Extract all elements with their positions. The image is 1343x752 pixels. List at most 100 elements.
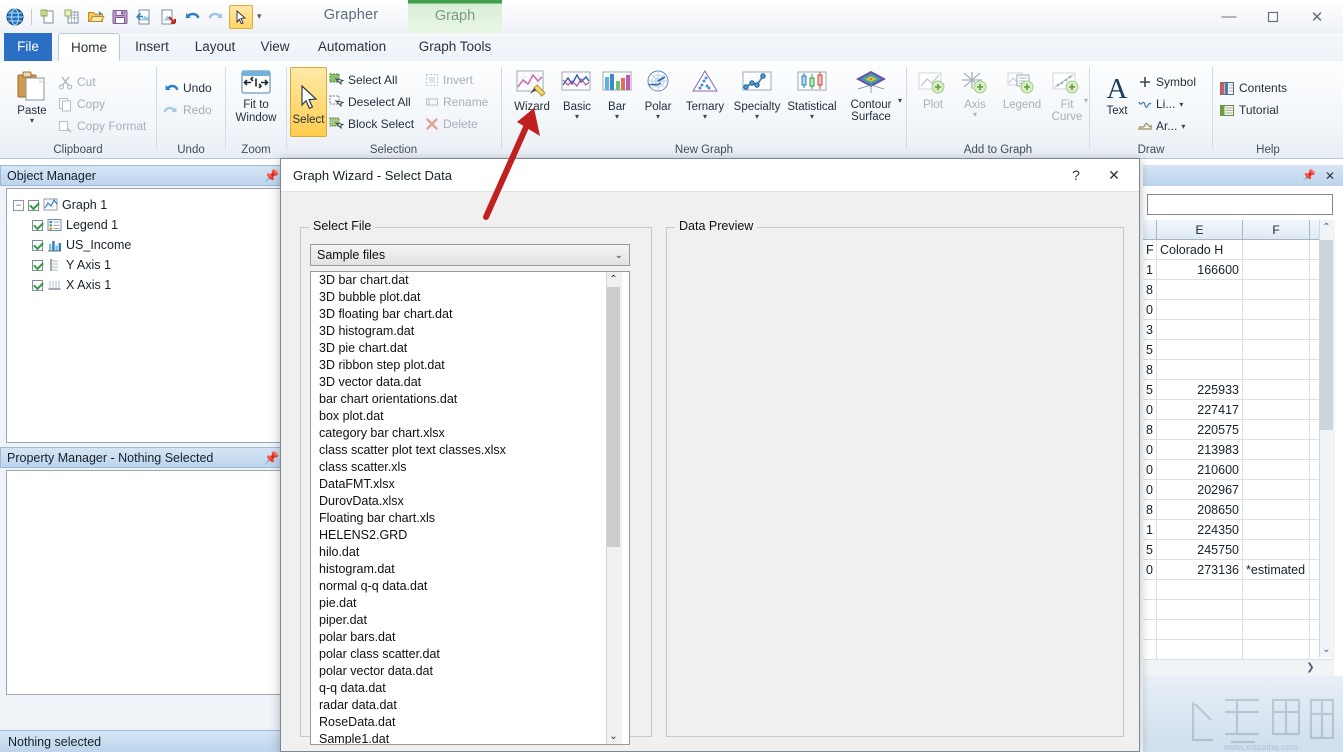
pin-icon[interactable]: 📌 [264, 169, 279, 183]
file-list-item[interactable]: 3D pie chart.dat [311, 340, 629, 357]
contextual-tab-graph[interactable]: Graph [408, 0, 502, 33]
worksheet-row[interactable]: 1 224350 [1143, 520, 1343, 540]
save-icon[interactable] [109, 6, 131, 28]
tab-insert[interactable]: Insert [124, 33, 180, 61]
worksheet-cell-f[interactable] [1243, 360, 1310, 380]
worksheet-cell-e[interactable]: 227417 [1157, 400, 1243, 420]
worksheet-cell-e[interactable] [1157, 320, 1243, 340]
file-list-item[interactable]: pie.dat [311, 595, 629, 612]
chevron-down-icon[interactable]: ⌄ [606, 729, 621, 744]
file-list-item[interactable]: hilo.dat [311, 544, 629, 561]
app-globe-icon[interactable] [4, 6, 26, 28]
worksheet-cell-e[interactable]: 225933 [1157, 380, 1243, 400]
worksheet-cell-f[interactable] [1243, 260, 1310, 280]
dialog-help-button[interactable]: ? [1057, 160, 1095, 190]
worksheet-row[interactable]: 0 202967 [1143, 480, 1343, 500]
undo-button[interactable]: Undo [163, 77, 212, 99]
worksheet-row[interactable]: 8 220575 [1143, 420, 1343, 440]
object-manager-panel[interactable]: − Graph 1 Legend 1 US_Income Y Axis 1 X … [6, 188, 281, 443]
worksheet-rows[interactable]: F Colorado H 1 166600 8 0 3 5 8 5 225933 0 227417 8 22… [1143, 240, 1343, 675]
worksheet-cell-partial[interactable]: 8 [1143, 500, 1157, 520]
file-list-item[interactable]: category bar chart.xlsx [311, 425, 629, 442]
worksheet-cell-e[interactable] [1157, 340, 1243, 360]
col-header-e[interactable]: E [1157, 220, 1243, 240]
area-dropdown-icon[interactable]: ▾ [1181, 122, 1185, 131]
specialty-plot-button[interactable]: Specialty ▾ [730, 69, 784, 121]
worksheet-cell-e[interactable]: 202967 [1157, 480, 1243, 500]
quick-access-toolbar[interactable]: ▾ [4, 4, 264, 29]
worksheet-cell-partial[interactable] [1143, 580, 1157, 600]
worksheet-cell-partial[interactable]: 0 [1143, 440, 1157, 460]
file-list-item[interactable]: 3D bubble plot.dat [311, 289, 629, 306]
file-list-item[interactable]: 3D histogram.dat [311, 323, 629, 340]
worksheet-cell-e[interactable]: 220575 [1157, 420, 1243, 440]
polar-plot-button[interactable]: Polar ▾ [636, 69, 680, 121]
worksheet-cell-f[interactable] [1243, 480, 1310, 500]
tab-view[interactable]: View [250, 33, 300, 61]
tab-home[interactable]: Home [58, 33, 120, 61]
worksheet-cell-partial[interactable]: 0 [1143, 480, 1157, 500]
worksheet-cell-e[interactable]: 166600 [1157, 260, 1243, 280]
worksheet-cell-f[interactable] [1243, 240, 1310, 260]
worksheet-cell-e[interactable] [1157, 620, 1243, 640]
file-list-item[interactable]: class scatter plot text classes.xlsx [311, 442, 629, 459]
contents-button[interactable]: Contents [1219, 77, 1287, 99]
file-list-item[interactable]: radar data.dat [311, 697, 629, 714]
wizard-button[interactable]: Wizard [508, 69, 556, 114]
new-worksheet-icon[interactable] [61, 6, 83, 28]
worksheet-row[interactable]: 0 227417 [1143, 400, 1343, 420]
worksheet-cell-f[interactable] [1243, 460, 1310, 480]
worksheet-row[interactable]: 1 166600 [1143, 260, 1343, 280]
worksheet-row[interactable]: 8 208650 [1143, 500, 1343, 520]
redo-icon[interactable] [205, 6, 227, 28]
new-plot-icon[interactable] [37, 6, 59, 28]
worksheet-cell-f[interactable] [1243, 300, 1310, 320]
worksheet-cell-partial[interactable] [1143, 600, 1157, 620]
qat-overflow-icon[interactable]: ▾ [255, 11, 264, 22]
tree-item-graph-1[interactable]: − Graph 1 [11, 195, 276, 215]
chevron-right-icon[interactable]: ❯ [1303, 660, 1318, 675]
worksheet-cell-e[interactable]: 210600 [1157, 460, 1243, 480]
object-tree[interactable]: − Graph 1 Legend 1 US_Income Y Axis 1 X … [7, 189, 280, 301]
file-list-items[interactable]: 3D bar chart.dat 3D bubble plot.dat 3D flo… [311, 272, 629, 744]
file-list-item[interactable]: Floating bar chart.xls [311, 510, 629, 527]
polar-dropdown-icon[interactable]: ▾ [656, 113, 660, 121]
tree-checkbox[interactable] [32, 219, 43, 231]
select-pointer-icon[interactable] [229, 4, 253, 29]
worksheet-cell-f[interactable] [1243, 540, 1310, 560]
bar-chart-button[interactable]: Bar ▾ [599, 69, 635, 121]
paste-button[interactable]: Paste ▾ [10, 69, 54, 125]
worksheet-row[interactable] [1143, 580, 1343, 600]
worksheet-cell-partial[interactable]: 5 [1143, 340, 1157, 360]
worksheet-cell-e[interactable] [1157, 580, 1243, 600]
chevron-down-icon[interactable]: ⌄ [615, 250, 623, 261]
file-list-item[interactable]: polar vector data.dat [311, 663, 629, 680]
worksheet-cell-partial[interactable]: 8 [1143, 360, 1157, 380]
file-list-item[interactable]: DataFMT.xlsx [311, 476, 629, 493]
file-list-scroll-thumb[interactable] [607, 287, 620, 547]
dialog-close-button[interactable]: ✕ [1095, 160, 1133, 190]
pin-icon[interactable]: 📌 [1302, 169, 1316, 182]
select-all-button[interactable]: Select All [329, 69, 425, 91]
worksheet-cell-e[interactable]: 245750 [1157, 540, 1243, 560]
chevron-up-icon[interactable]: ⌃ [606, 272, 621, 287]
worksheet-cell-partial[interactable]: 5 [1143, 380, 1157, 400]
tree-item-us-income[interactable]: US_Income [11, 235, 276, 255]
tab-layout[interactable]: Layout [184, 33, 246, 61]
worksheet-row[interactable]: F Colorado H [1143, 240, 1343, 260]
pin-icon[interactable]: 📌 [264, 451, 279, 465]
file-list-item[interactable]: 3D vector data.dat [311, 374, 629, 391]
file-list-item[interactable]: Sample1.dat [311, 731, 629, 744]
worksheet-cell-e[interactable] [1157, 300, 1243, 320]
worksheet-cell-f[interactable]: *estimated [1243, 560, 1310, 580]
chevron-up-icon[interactable]: ⌃ [1319, 220, 1334, 235]
worksheet-cell-partial[interactable]: 0 [1143, 300, 1157, 320]
contour-dropdown-icon[interactable]: ▾ [898, 96, 902, 105]
worksheet-cell-f[interactable] [1243, 280, 1310, 300]
name-box[interactable] [1147, 194, 1333, 215]
worksheet-row[interactable] [1143, 600, 1343, 620]
worksheet-row[interactable]: 0 [1143, 300, 1343, 320]
tree-expander[interactable]: − [13, 199, 24, 211]
file-list-item[interactable]: DurovData.xlsx [311, 493, 629, 510]
worksheet-cell-f[interactable] [1243, 380, 1310, 400]
